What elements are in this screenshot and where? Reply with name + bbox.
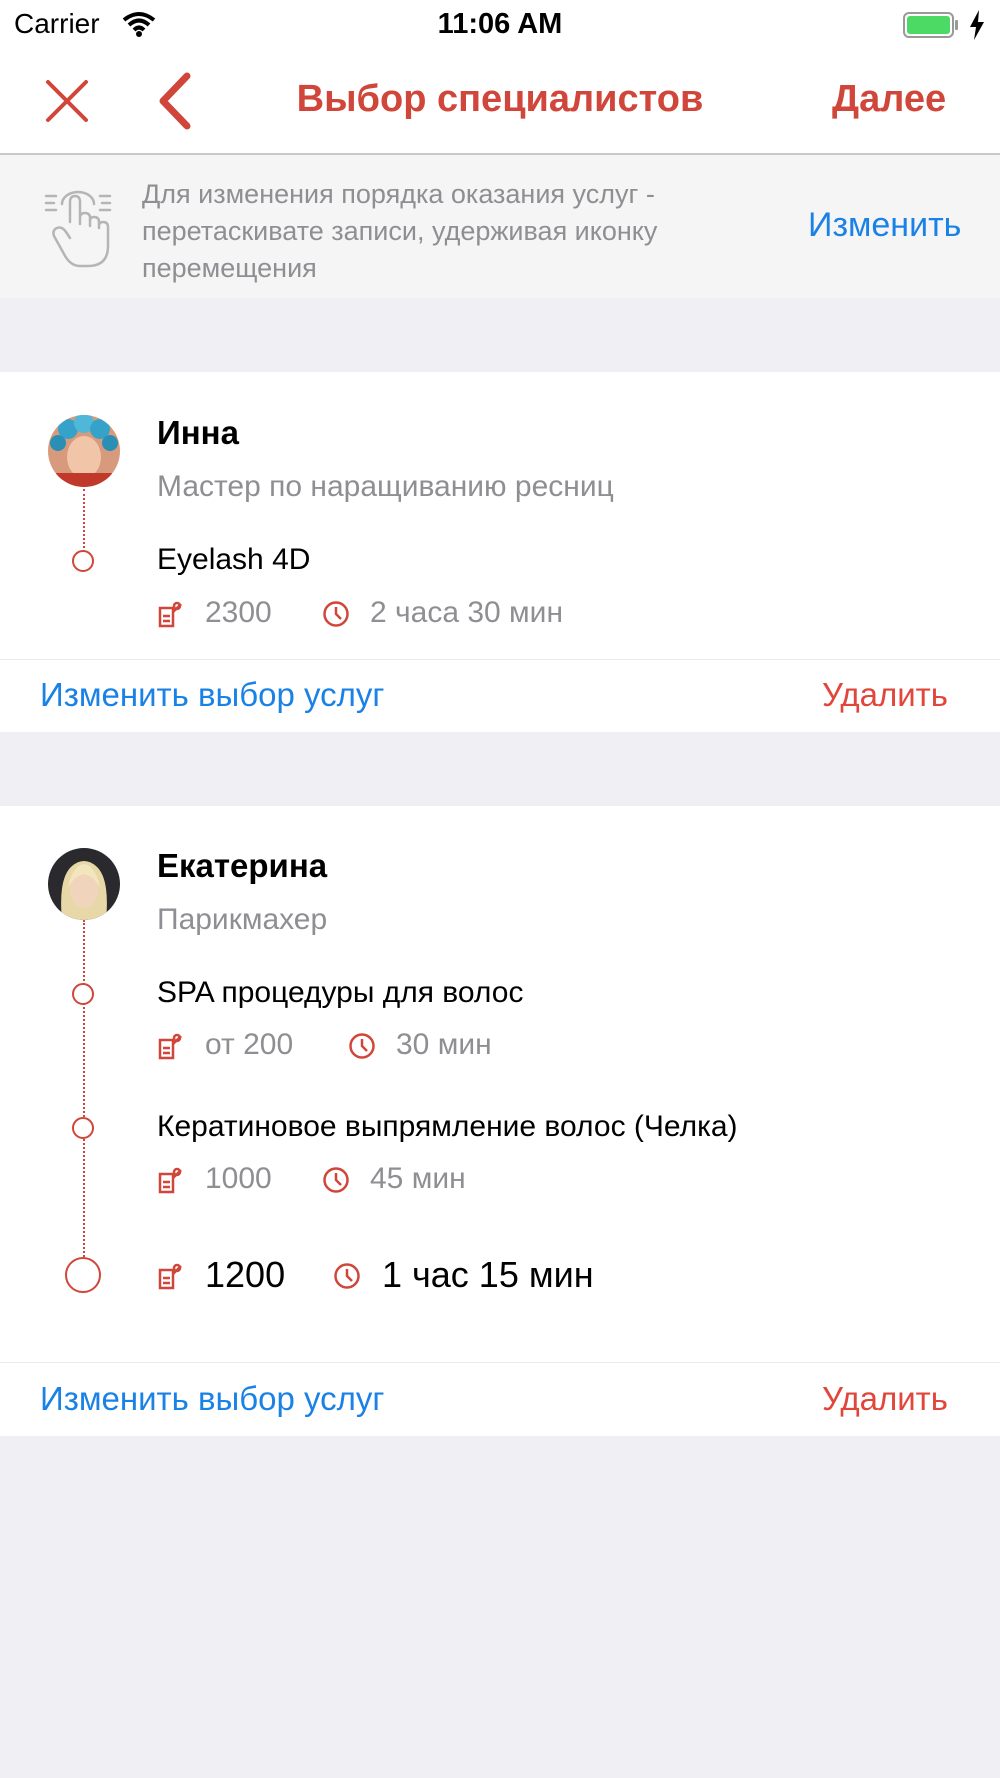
service-title: Кератиновое выпрямление волос (Челка) bbox=[157, 1110, 738, 1143]
specialist-avatar bbox=[48, 848, 120, 920]
timeline-node bbox=[72, 1117, 94, 1139]
service-duration: 45 мин bbox=[370, 1162, 466, 1195]
specialist-role: Мастер по наращиванию ресниц bbox=[157, 470, 614, 503]
service-duration: 30 мин bbox=[396, 1028, 492, 1061]
price-tag-icon bbox=[158, 1167, 182, 1194]
battery-icon bbox=[903, 12, 958, 38]
edit-order-button[interactable]: Изменить bbox=[808, 206, 961, 245]
divider bbox=[0, 659, 1000, 660]
clock-icon bbox=[349, 1033, 375, 1059]
timeline-node bbox=[72, 983, 94, 1005]
specialist-name: Екатерина bbox=[157, 847, 328, 884]
service-price: 2300 bbox=[205, 596, 272, 629]
drag-hand-icon bbox=[44, 190, 112, 268]
clock: 11:06 AM bbox=[437, 8, 563, 40]
change-services-button[interactable]: Изменить выбор услуг bbox=[40, 676, 384, 714]
specialist-role: Парикмахер bbox=[157, 903, 328, 936]
next-button[interactable]: Далее bbox=[832, 78, 946, 121]
divider bbox=[0, 1362, 1000, 1363]
specialist-name: Инна bbox=[157, 414, 239, 451]
total-duration: 1 час 15 мин bbox=[382, 1254, 594, 1295]
delete-button[interactable]: Удалить bbox=[822, 676, 948, 714]
hint-text: Для изменения порядка оказания услуг - п… bbox=[142, 179, 658, 283]
charging-icon bbox=[970, 10, 984, 40]
service-title: Eyelash 4D bbox=[157, 543, 311, 576]
total-price: 1200 bbox=[205, 1254, 286, 1295]
service-price: от 200 bbox=[205, 1028, 294, 1061]
clock-icon bbox=[323, 1167, 349, 1193]
price-tag-icon bbox=[158, 601, 182, 628]
price-tag-icon bbox=[158, 1033, 182, 1060]
clock-icon bbox=[323, 601, 349, 627]
service-price: 1000 bbox=[205, 1162, 272, 1195]
delete-button[interactable]: Удалить bbox=[822, 1380, 948, 1418]
price-tag-icon bbox=[158, 1263, 182, 1290]
clock-icon bbox=[334, 1263, 360, 1289]
specialist-avatar bbox=[48, 415, 120, 487]
change-services-button[interactable]: Изменить выбор услуг bbox=[40, 1380, 384, 1418]
timeline-node bbox=[72, 550, 94, 572]
timeline-end-node bbox=[65, 1257, 101, 1293]
service-duration: 2 часа 30 мин bbox=[370, 596, 564, 629]
service-title: SPA процедуры для волос bbox=[157, 976, 524, 1009]
timeline-connector bbox=[83, 920, 85, 1268]
